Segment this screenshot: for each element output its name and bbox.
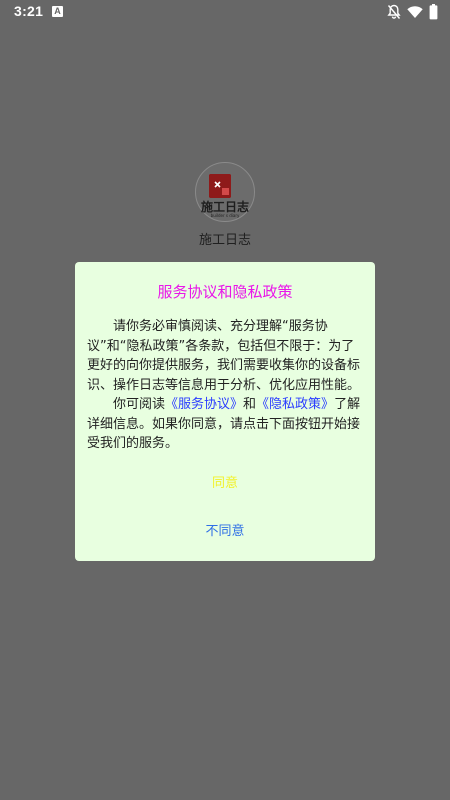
agree-button[interactable]: 同意 <box>175 469 275 493</box>
paragraph-2-prefix: 你可阅读 <box>113 397 166 412</box>
disagree-button[interactable]: 不同意 <box>175 517 275 541</box>
privacy-dialog: 服务协议和隐私政策 请你务必审慎阅读、充分理解“服务协议”和“隐私政策”各条款，… <box>75 262 375 561</box>
splash-screen: 3:21 A 施工日志 builder s diary 施工日志 服务协议和隐私… <box>0 0 450 800</box>
dialog-paragraph-2: 你可阅读《服务协议》和《隐私政策》了解详细信息。如果你同意，请点击下面按钮开始接… <box>87 395 365 454</box>
logo-subtitle: builder s diary <box>210 213 240 218</box>
status-bar: 3:21 A <box>0 0 450 24</box>
dialog-body: 请你务必审慎阅读、充分理解“服务协议”和“隐私政策”各条款，包括但不限于：为了更… <box>87 317 365 454</box>
paragraph-2-conjunction: 和 <box>243 397 257 412</box>
book-icon <box>209 174 231 198</box>
app-logo: 施工日志 builder s diary <box>195 162 255 222</box>
status-time: 3:21 <box>14 3 44 19</box>
privacy-policy-link[interactable]: 《隐私政策》 <box>256 397 334 412</box>
wifi-icon <box>407 5 423 19</box>
dialog-title: 服务协议和隐私政策 <box>157 283 293 301</box>
app-name: 施工日志 <box>198 233 251 248</box>
battery-icon <box>429 4 438 20</box>
service-agreement-link[interactable]: 《服务协议》 <box>165 397 243 412</box>
status-icons <box>387 4 438 20</box>
a-letter-notification-icon: A <box>52 6 63 17</box>
notifications-off-icon <box>387 4 401 20</box>
dialog-paragraph-1: 请你务必审慎阅读、充分理解“服务协议”和“隐私政策”各条款，包括但不限于：为了更… <box>87 319 361 393</box>
